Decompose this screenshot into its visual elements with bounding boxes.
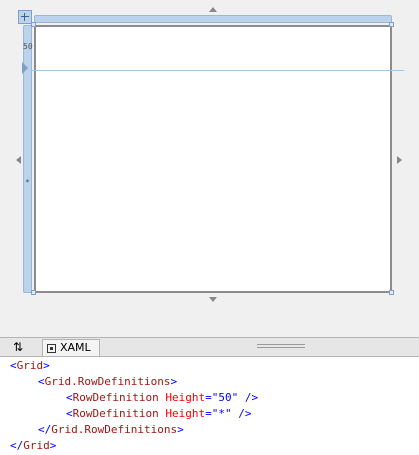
code-line: <Grid> [10, 359, 50, 372]
xaml-code-editor[interactable]: <Grid> <Grid.RowDefinitions> <RowDefinit… [0, 357, 419, 455]
row-size-label-1[interactable]: 50 [23, 42, 33, 51]
design-surface[interactable]: 50 * [0, 0, 419, 335]
code-line: <Grid.RowDefinitions> [38, 375, 178, 388]
resize-handle-bottom-right[interactable] [389, 290, 394, 295]
tab-xaml[interactable]: XAML [42, 339, 100, 356]
row-divider-line[interactable] [30, 70, 404, 71]
code-line: </Grid> [10, 439, 57, 452]
grid-canvas[interactable] [34, 25, 392, 293]
code-line: </Grid.RowDefinitions> [38, 423, 184, 436]
swap-panes-button[interactable]: ⇅ [3, 338, 33, 356]
code-line: <RowDefinition Height="*" /> [66, 407, 252, 420]
grid-select-icon[interactable] [18, 10, 32, 24]
arrow-left-icon [16, 156, 21, 164]
resize-handle-top-right[interactable] [389, 22, 394, 27]
resize-handle-top-left[interactable] [31, 22, 36, 27]
splitter-grip[interactable] [257, 344, 305, 348]
resize-handle-bottom-left[interactable] [31, 290, 36, 295]
arrow-right-icon [397, 156, 402, 164]
code-line: <RowDefinition Height="50" /> [66, 391, 259, 404]
arrow-down-icon [209, 297, 217, 302]
xaml-icon [47, 344, 56, 353]
view-tab-bar: ⇅ XAML [0, 337, 419, 357]
row-divider-marker-icon[interactable] [22, 62, 28, 74]
column-definition-rail[interactable] [34, 15, 392, 23]
row-size-label-2[interactable]: * [23, 178, 32, 187]
arrow-up-icon [209, 7, 217, 12]
tab-xaml-label: XAML [60, 341, 91, 354]
